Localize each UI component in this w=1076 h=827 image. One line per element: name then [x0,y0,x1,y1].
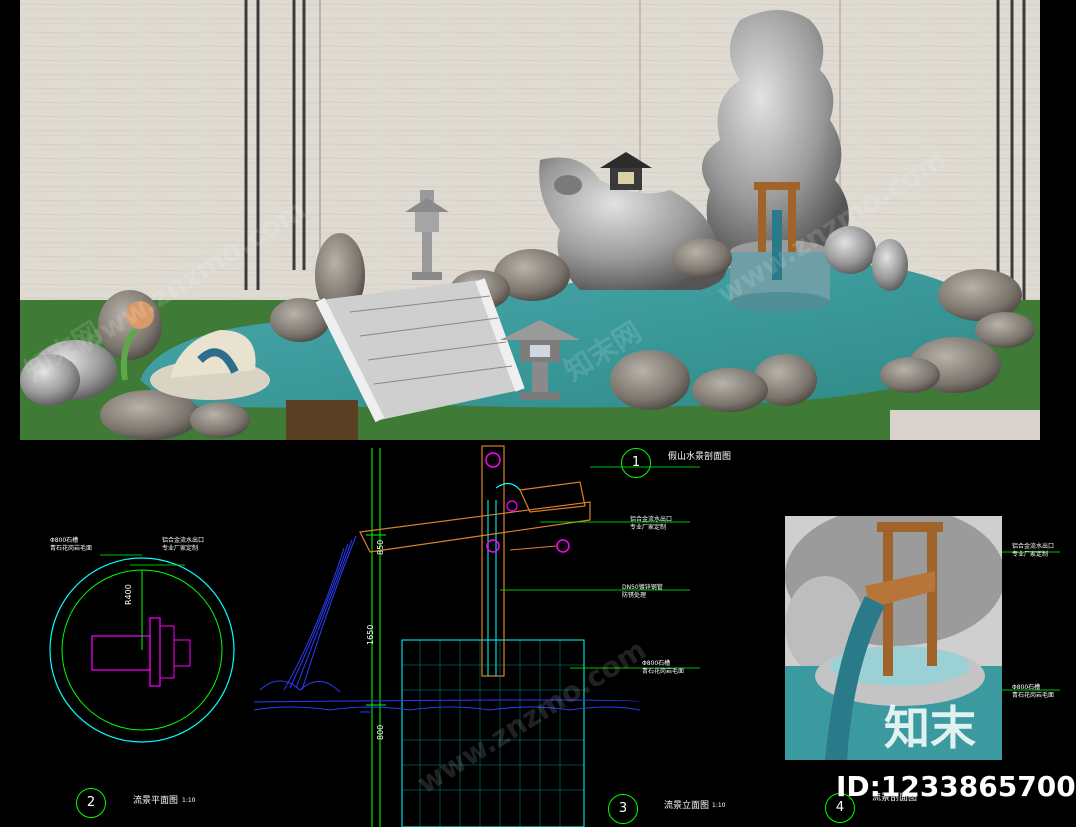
dimension-top: 850 [376,539,385,555]
view-title-3: 流景立面图 [664,801,710,811]
brand-logo: 知末 [884,701,976,755]
dimension-bottom: 800 [376,724,385,740]
annotation-plan-stone-trough: Φ800石槽 青石花岗岩毛面 [50,537,93,552]
view-scale-3: 1:10 [712,802,726,809]
view-number-1: 1 [621,448,651,478]
annotation-elev-outlet: 铝合金流水出口 专业厂家定制 [630,516,673,531]
annotation-photo-outlet: 铝合金流水出口 专业厂家定制 [1012,543,1055,558]
annotation-elev-pipe: DN50镀锌钢管 防锈处理 [622,584,663,599]
view-title-1: 假山水景剖面图 [668,452,732,462]
bench [890,410,1040,440]
annotation-elev-stone-trough: Φ800石槽 青石花岗岩毛面 [642,660,685,675]
plan-radius: R400 [124,584,133,605]
image-id: ID:1233865700 [836,770,1076,803]
page: www.znzmo.com www.znzmo.com www.znzmo.co… [0,0,1076,827]
annotation-photo-stone-trough: Φ800石槽 青石花岗岩毛面 [1012,684,1055,699]
dimension-middle: 1650 [366,624,375,645]
wood-sign [286,400,358,440]
photo-leaders [1002,551,1060,691]
view-scale-2: 1:10 [182,797,196,804]
view-number-2: 2 [76,788,106,818]
rockery-rendering [20,0,1040,440]
elevation-view [253,445,700,827]
view-number-3: 3 [608,794,638,824]
view-title-2: 流景平面图 [133,796,179,806]
plan-view [49,554,235,743]
annotation-plan-outlet: 铝合金流水出口 专业厂家定制 [162,537,205,552]
